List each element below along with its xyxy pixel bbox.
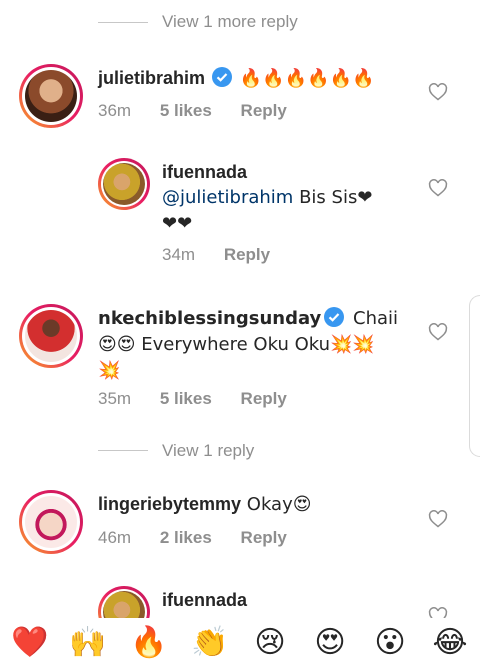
- comment-text-continued: 😍😍 Everywhere Oku Oku💥💥: [98, 334, 375, 355]
- raising-hands-emoji-button[interactable]: 🙌: [66, 626, 110, 660]
- mention-link[interactable]: @julietibrahim: [162, 187, 293, 208]
- comment-time: 36m: [98, 101, 132, 120]
- reply-button[interactable]: Reply: [241, 101, 287, 120]
- comment-meta: 46m 2 likes Reply: [98, 528, 311, 548]
- heart-emoji-button[interactable]: ❤️: [8, 626, 52, 660]
- emoji-reaction-bar: ❤️ 🙌 🔥 👏 😢 😍 😮 😂: [0, 618, 480, 665]
- clapping-hands-emoji-button[interactable]: 👏: [188, 626, 232, 660]
- heart-icon[interactable]: [428, 178, 448, 198]
- username[interactable]: ifuennada: [162, 162, 422, 183]
- divider-line: [98, 450, 148, 451]
- fire-emoji-button[interactable]: 🔥: [127, 626, 171, 660]
- comment-text-continued: 💥: [98, 360, 121, 381]
- scroll-handle[interactable]: [469, 295, 480, 457]
- comment-time: 34m: [162, 245, 196, 264]
- crying-face-emoji-button[interactable]: 😢: [248, 626, 292, 660]
- comment-text-continued: ❤❤: [162, 213, 193, 234]
- username[interactable]: ifuennada: [162, 590, 247, 611]
- likes-count[interactable]: 2 likes: [160, 528, 212, 547]
- laughing-face-emoji-button[interactable]: 😂: [428, 626, 472, 660]
- view-replies-button[interactable]: View 1 reply: [162, 441, 254, 461]
- avatar[interactable]: [19, 64, 83, 128]
- reply-button[interactable]: Reply: [224, 245, 270, 264]
- likes-count[interactable]: 5 likes: [160, 101, 212, 120]
- surprised-face-emoji-button[interactable]: 😮: [368, 626, 412, 660]
- username[interactable]: julietibrahim: [98, 68, 205, 88]
- comment-meta: 35m 5 likes Reply: [98, 389, 311, 409]
- divider-line: [98, 22, 148, 23]
- comment-time: 46m: [98, 528, 132, 547]
- reply-button[interactable]: Reply: [241, 528, 287, 547]
- likes-count[interactable]: 5 likes: [160, 389, 212, 408]
- comment-meta: 34m Reply: [162, 245, 294, 265]
- reply-button[interactable]: Reply: [241, 389, 287, 408]
- heart-icon[interactable]: [428, 322, 448, 342]
- comment-text: 🔥🔥🔥🔥🔥🔥: [239, 68, 375, 89]
- username[interactable]: lingeriebytemmy: [98, 494, 241, 514]
- comment-text: Bis Sis❤: [293, 187, 373, 208]
- avatar[interactable]: [19, 490, 83, 554]
- verified-badge-icon: [324, 307, 345, 327]
- view-more-replies-button[interactable]: View 1 more reply: [162, 12, 298, 32]
- comment-meta: 36m 5 likes Reply: [98, 101, 311, 121]
- heart-eyes-emoji-button[interactable]: 😍: [308, 626, 352, 660]
- heart-icon[interactable]: [428, 82, 448, 102]
- avatar[interactable]: [98, 158, 150, 210]
- comment-text: Chaii: [347, 308, 399, 329]
- comment-text: Okay😍: [241, 494, 312, 515]
- verified-badge-icon: [212, 67, 233, 87]
- heart-icon[interactable]: [428, 509, 448, 529]
- username[interactable]: nkechiblessingsunday: [98, 308, 321, 329]
- avatar[interactable]: [19, 304, 83, 368]
- comment-time: 35m: [98, 389, 132, 408]
